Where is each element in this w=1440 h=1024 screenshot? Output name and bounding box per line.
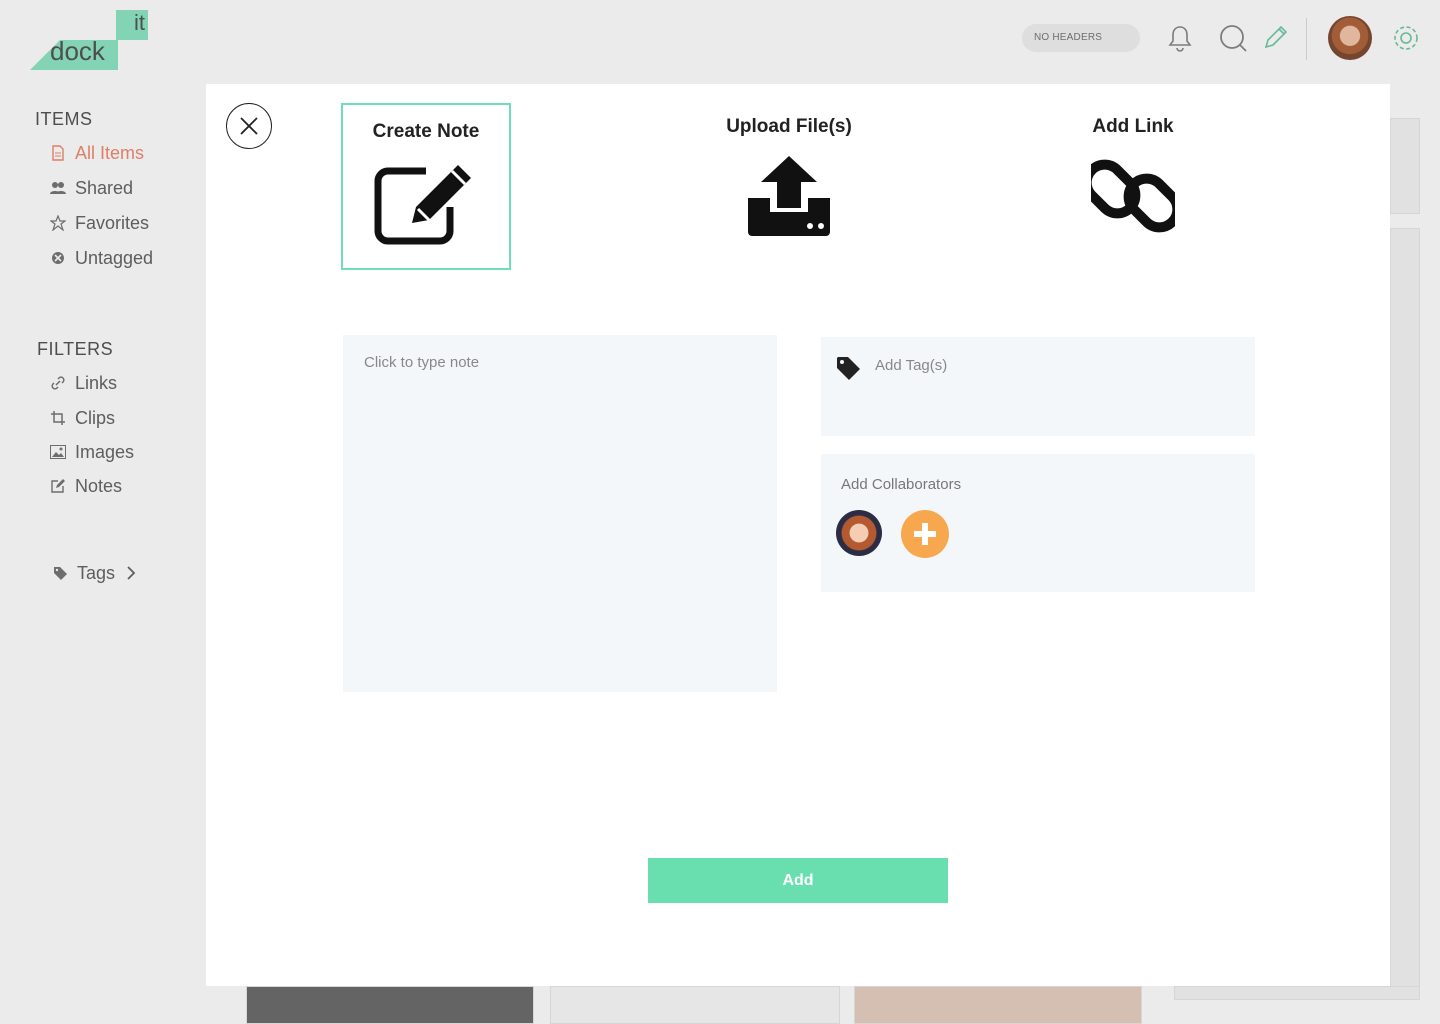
collaborators-title: Add Collaborators	[841, 476, 962, 493]
edit-note-icon	[374, 165, 471, 245]
add-link-option[interactable]: Add Link	[1076, 116, 1190, 256]
close-button[interactable]	[226, 103, 272, 149]
add-collaborator-button[interactable]	[901, 510, 949, 558]
close-icon	[240, 117, 258, 135]
tags-input[interactable]	[875, 355, 1225, 375]
upload-icon	[748, 156, 830, 236]
plus-icon	[914, 523, 936, 545]
create-note-label: Create Note	[372, 121, 480, 142]
tag-icon	[837, 357, 860, 380]
create-note-option[interactable]: Create Note	[341, 103, 511, 270]
note-textarea[interactable]	[343, 335, 777, 692]
add-link-label: Add Link	[1092, 116, 1174, 137]
upload-files-option[interactable]: Upload File(s)	[714, 116, 864, 256]
add-item-modal: Create Note Upload File(s) Add Link Clic…	[206, 84, 1390, 986]
upload-files-label: Upload File(s)	[726, 116, 852, 137]
tags-field[interactable]	[821, 337, 1255, 436]
chain-link-icon	[1091, 159, 1175, 233]
add-button[interactable]: Add	[648, 858, 948, 903]
collaborators-panel: Add Collaborators	[821, 454, 1255, 592]
collaborator-avatar[interactable]	[836, 510, 882, 556]
